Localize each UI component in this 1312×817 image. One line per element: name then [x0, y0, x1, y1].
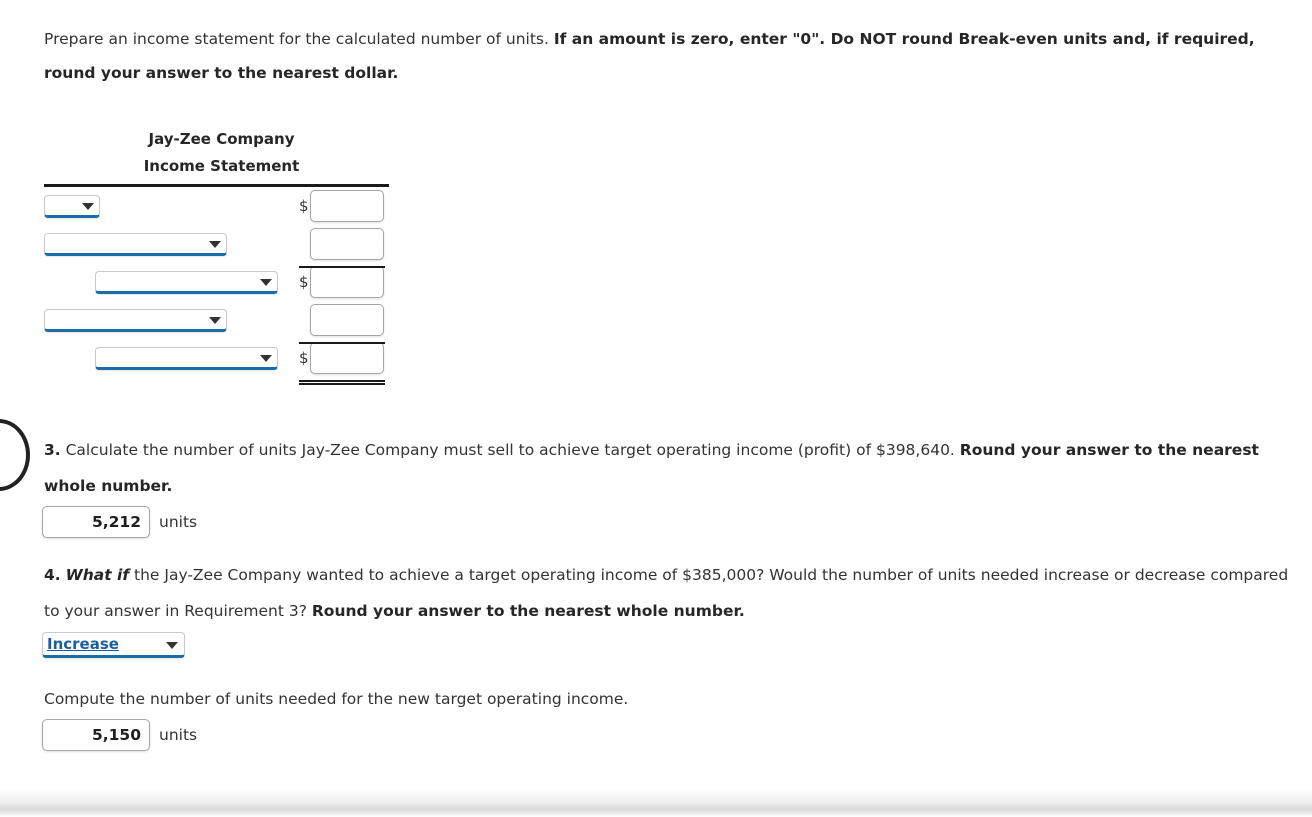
- chevron-down-icon: [209, 241, 221, 248]
- total-double-rule: [299, 380, 385, 385]
- statement-title: Income Statement: [143, 157, 300, 175]
- statement-amount-cell: $: [299, 266, 384, 298]
- question-4-bold-text: Round your answer to the nearest whole n…: [311, 602, 745, 620]
- question-3-units-label: units: [159, 513, 198, 531]
- question-4-emphasis: What if: [65, 566, 130, 584]
- statement-row-label-cell: [44, 308, 294, 332]
- statement-amount-cell: $: [299, 190, 384, 222]
- statement-row: $: [44, 263, 389, 301]
- subtotal-rule: [299, 342, 385, 344]
- question-3-answer-input[interactable]: 5,212: [42, 506, 150, 538]
- statement-row: $: [44, 225, 389, 263]
- annotation-circle-icon: [0, 419, 30, 491]
- statement-line-item-select[interactable]: [95, 346, 278, 370]
- worksheet-page: Prepare an income statement for the calc…: [0, 0, 1312, 817]
- statement-amount-cell: $: [299, 228, 384, 260]
- instructions-paragraph: Prepare an income statement for the calc…: [44, 22, 1288, 90]
- question-4: 4. What if the Jay-Zee Company wanted to…: [44, 557, 1289, 629]
- statement-amount-input[interactable]: [310, 304, 384, 336]
- statement-row-label-cell: [44, 270, 294, 294]
- statement-amount-cell: $: [299, 342, 384, 374]
- chevron-down-icon: [82, 203, 94, 210]
- statement-row: $: [44, 187, 389, 225]
- statement-row-label-cell: [44, 346, 294, 370]
- statement-line-item-select[interactable]: [95, 270, 278, 294]
- statement-line-item-select[interactable]: [44, 194, 100, 218]
- direction-select-value: Increase: [47, 635, 119, 653]
- statement-company-name: Jay-Zee Company: [148, 130, 295, 148]
- question-4-number: 4.: [44, 566, 61, 584]
- currency-symbol: $: [299, 272, 309, 291]
- statement-rows: $ $ $ $ $: [44, 187, 389, 377]
- statement-amount-cell: $: [299, 304, 384, 336]
- question-3-number: 3.: [44, 441, 61, 459]
- currency-symbol: $: [299, 348, 309, 367]
- chevron-down-icon: [209, 317, 221, 324]
- page-bottom-gradient: [0, 789, 1312, 817]
- question-4-answer-row: 5,150 units: [42, 719, 197, 751]
- statement-row-label-cell: [44, 194, 294, 218]
- statement-line-item-select[interactable]: [44, 232, 227, 256]
- chevron-down-icon: [260, 355, 272, 362]
- statement-amount-input[interactable]: [310, 266, 384, 298]
- compute-instruction: Compute the number of units needed for t…: [44, 690, 629, 708]
- question-3-answer-row: 5,212 units: [42, 506, 197, 538]
- statement-row: $: [44, 339, 389, 377]
- statement-amount-input[interactable]: [310, 342, 384, 374]
- statement-line-item-select[interactable]: [44, 308, 227, 332]
- currency-symbol: $: [299, 196, 309, 215]
- chevron-down-icon: [166, 642, 178, 649]
- income-statement-table: Jay-Zee Company Income Statement $ $ $ $ $: [44, 126, 389, 377]
- question-4-answer-input[interactable]: 5,150: [42, 719, 150, 751]
- direction-select[interactable]: Increase: [42, 632, 185, 658]
- statement-amount-input[interactable]: [310, 228, 384, 260]
- instructions-text-normal: Prepare an income statement for the calc…: [44, 30, 554, 48]
- statement-amount-input[interactable]: [310, 190, 384, 222]
- question-3-text: Calculate the number of units Jay-Zee Co…: [60, 441, 960, 459]
- statement-row-label-cell: [44, 232, 294, 256]
- statement-row: $: [44, 301, 389, 339]
- chevron-down-icon: [260, 279, 272, 286]
- question-3: 3. Calculate the number of units Jay-Zee…: [44, 432, 1289, 504]
- subtotal-rule: [299, 266, 385, 268]
- question-4-units-label: units: [159, 726, 198, 744]
